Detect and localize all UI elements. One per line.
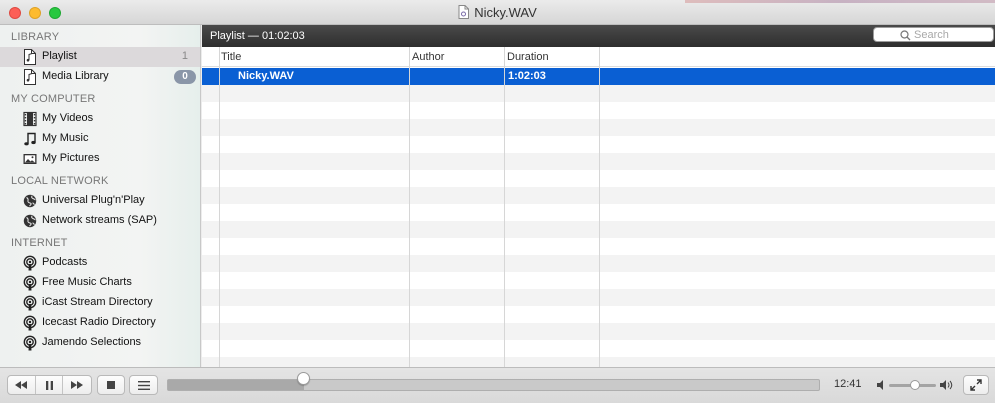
sidebar-item-network-streams-sap[interactable]: Network streams (SAP) — [0, 211, 200, 231]
sidebar-item-my-music[interactable]: My Music — [0, 129, 200, 149]
sidebar-item-label: Icecast Radio Directory — [42, 316, 156, 328]
globe-icon — [23, 193, 37, 209]
sidebar-item-icecast-radio-directory[interactable]: Icecast Radio Directory — [0, 313, 200, 333]
elapsed-time[interactable]: 12:41 — [834, 378, 862, 390]
fast-forward-icon — [71, 381, 84, 389]
music-note-icon — [23, 131, 37, 147]
sidebar-item-media-library[interactable]: Media Library 0 — [0, 67, 200, 87]
picture-icon — [23, 151, 37, 167]
playlist-cell-title: Nicky.WAV — [238, 70, 294, 82]
sidebar-item-icast-stream-directory[interactable]: iCast Stream Directory — [0, 293, 200, 313]
column-divider[interactable] — [409, 47, 410, 367]
sidebar: LIBRARY Playlist 1 Media Library 0 MY COMPUTE… — [0, 25, 201, 367]
volume-knob[interactable] — [909, 380, 920, 390]
sidebar-item-label: My Music — [42, 132, 89, 144]
playlist-header-bar: Playlist — 01:02:03 — [202, 25, 995, 47]
window-title-container: Nicky.WAV — [0, 5, 995, 22]
search-box[interactable] — [873, 27, 994, 42]
playlist-panel: Playlist — 01:02:03 Title Author Duratio… — [202, 25, 995, 367]
sidebar-item-label: My Videos — [42, 112, 94, 124]
column-divider[interactable] — [504, 47, 505, 367]
volume-high-icon[interactable] — [940, 379, 953, 391]
sidebar-item-playlist[interactable]: Playlist 1 — [0, 47, 200, 67]
column-divider[interactable] — [599, 47, 600, 367]
search-input[interactable] — [914, 28, 990, 41]
list-icon — [137, 380, 150, 390]
playback-control-bar: 12:41 — [0, 367, 995, 403]
sidebar-item-label: Playlist — [42, 50, 77, 62]
sidebar-item-count-badge: 0 — [174, 70, 196, 84]
sidebar-section-heading: LIBRARY — [11, 31, 60, 43]
sidebar-item-label: My Pictures — [42, 152, 100, 164]
fullscreen-button[interactable] — [963, 375, 989, 395]
fast-forward-button[interactable] — [63, 376, 91, 394]
stop-icon — [107, 381, 115, 389]
sidebar-item-my-videos[interactable]: My Videos — [0, 109, 200, 129]
playlist-header-title: Playlist — 01:02:03 — [210, 30, 305, 42]
column-divider[interactable] — [219, 47, 220, 367]
column-header-title[interactable]: Title — [221, 51, 241, 63]
seek-bar-elapsed — [168, 380, 305, 390]
sidebar-item-label: Podcasts — [42, 256, 88, 268]
vlc-window: Nicky.WAV LIBRARY Playlist 1 Media Library 0… — [0, 0, 995, 403]
podcast-icon — [23, 255, 37, 271]
sidebar-item-label: Universal Plug'n'Play — [42, 194, 145, 206]
playlist-toggle-button[interactable] — [129, 375, 158, 395]
column-header-author[interactable]: Author — [412, 51, 444, 63]
pause-icon — [45, 380, 53, 390]
sidebar-item-label: Jamendo Selections — [42, 336, 142, 348]
rewind-icon — [15, 381, 28, 389]
sidebar-item-label: Free Music Charts — [42, 276, 132, 288]
sidebar-item-free-music-charts[interactable]: Free Music Charts — [0, 273, 200, 293]
fullscreen-icon — [970, 379, 982, 391]
podcast-icon — [23, 315, 37, 331]
transport-button-group — [7, 375, 92, 395]
search-icon — [900, 30, 911, 41]
sidebar-section-heading: INTERNET — [11, 237, 68, 249]
volume-low-icon[interactable] — [877, 379, 886, 391]
playlist-icon — [23, 49, 37, 65]
column-header-duration[interactable]: Duration — [507, 51, 549, 63]
sidebar-item-label: Media Library — [42, 70, 109, 82]
sidebar-item-label: iCast Stream Directory — [42, 296, 153, 308]
podcast-icon — [23, 275, 37, 291]
podcast-icon — [23, 295, 37, 311]
rewind-button[interactable] — [8, 376, 36, 394]
pause-button[interactable] — [36, 376, 64, 394]
sidebar-item-podcasts[interactable]: Podcasts — [0, 253, 200, 273]
film-icon — [23, 111, 37, 127]
sidebar-item-my-pictures[interactable]: My Pictures — [0, 149, 200, 169]
audio-file-icon — [458, 5, 470, 22]
sidebar-item-universal-plug-n-play[interactable]: Universal Plug'n'Play — [0, 191, 200, 211]
sidebar-item-label: Network streams (SAP) — [42, 214, 157, 226]
sidebar-section-heading: LOCAL NETWORK — [11, 175, 109, 187]
seek-bar[interactable] — [167, 379, 820, 391]
sidebar-item-count-badge: 1 — [181, 50, 188, 62]
playlist-cell-duration: 1:02:03 — [508, 70, 546, 82]
playlist-icon — [23, 69, 37, 85]
background-window-strip — [685, 0, 995, 3]
title-bar[interactable]: Nicky.WAV — [0, 0, 995, 25]
sidebar-item-jamendo-selections[interactable]: Jamendo Selections — [0, 333, 200, 353]
sidebar-section-heading: MY COMPUTER — [11, 93, 96, 105]
window-title: Nicky.WAV — [474, 5, 537, 20]
podcast-icon — [23, 335, 37, 351]
stop-button[interactable] — [97, 375, 125, 395]
globe-icon — [23, 213, 37, 229]
